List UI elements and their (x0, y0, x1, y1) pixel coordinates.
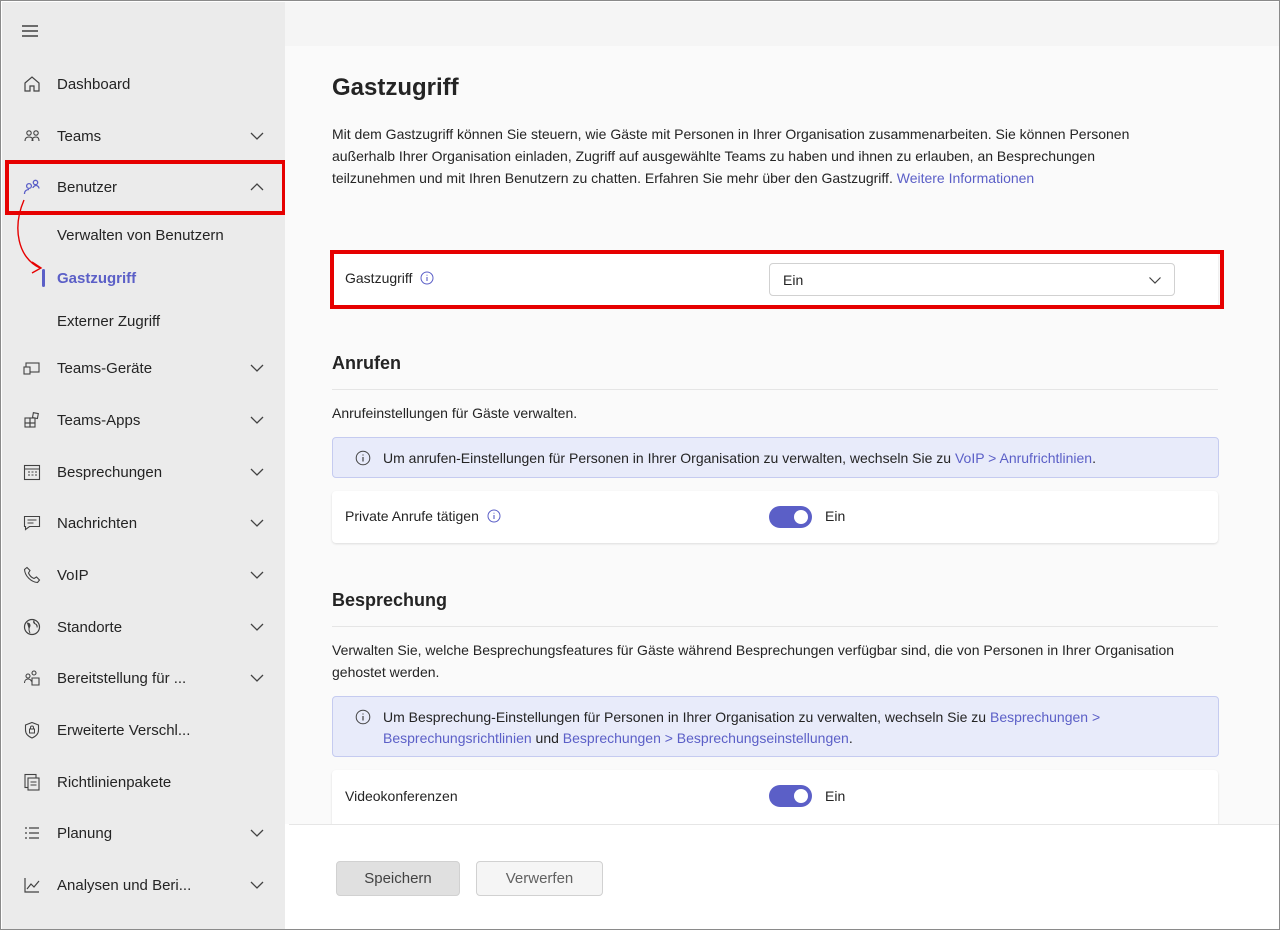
info-icon[interactable] (487, 509, 501, 523)
banner-period: . (848, 730, 853, 746)
meeting-settings-link[interactable]: Besprechungen > Besprechungseinstellunge… (563, 730, 849, 746)
sidebar-item-planung[interactable]: Planung (2, 811, 285, 855)
sidebar-item-label: Erweiterte Verschl... (57, 721, 191, 739)
globe-icon (23, 618, 41, 636)
page-title: Gastzugriff (332, 74, 459, 101)
chevron-down-icon (250, 519, 264, 527)
sidebar-item-label: Gastzugriff (57, 269, 137, 287)
calls-description: Anrufeinstellungen für Gäste verwalten. (332, 405, 578, 421)
chevron-down-icon (250, 674, 264, 682)
highlight-box-guest-access (330, 250, 1224, 309)
chevron-down-icon (250, 364, 264, 372)
sidebar-item-label: Teams-Geräte (57, 359, 153, 377)
sidebar-item-erweiterte-verschluesselung[interactable]: Erweiterte Verschl... (2, 708, 285, 752)
sidebar-item-bereitstellung[interactable]: Bereitstellung für ... (2, 656, 285, 700)
banner-period: . (1092, 450, 1096, 466)
banner-and: und (535, 730, 559, 746)
sidebar-item-label: Richtlinienpakete (57, 773, 172, 791)
banner-body: Um Besprechung-Einstellungen für Persone… (383, 709, 987, 725)
banner-text: Um anrufen-Einstellungen für Personen in… (383, 448, 1198, 469)
sidebar-item-label: Nachrichten (57, 514, 138, 532)
phone-icon (23, 566, 41, 584)
private-calls-toggle[interactable] (769, 506, 812, 528)
sidebar-item-label: Planung (57, 824, 113, 842)
toggle-knob (794, 510, 808, 524)
sidebar-item-label: Verwalten von Benutzern (57, 226, 224, 244)
sidebar-item-label: Teams-Apps (57, 411, 141, 429)
sidebar-item-label: Teams (57, 127, 102, 145)
sidebar-item-label: Externer Zugriff (57, 312, 161, 330)
private-calls-label: Private Anrufe tätigen (345, 508, 479, 524)
sidebar-item-standorte[interactable]: Standorte (2, 605, 285, 649)
video-label: Videokonferenzen (345, 788, 458, 804)
top-bar (285, 2, 1279, 46)
apps-icon (24, 412, 39, 428)
sidebar-item-teams[interactable]: Teams (2, 114, 285, 158)
section-divider (332, 626, 1218, 627)
sidebar-item-teams-apps[interactable]: Teams-Apps (2, 398, 285, 442)
sidebar-item-analysen[interactable]: Analysen und Beri... (2, 863, 285, 907)
section-title-calls: Anrufen (332, 353, 401, 373)
planning-icon (25, 827, 39, 839)
video-conference-card: Videokonferenzen Ein (332, 770, 1218, 824)
annotation-arrow-icon (17, 199, 43, 274)
meeting-description: Verwalten Sie, welche Besprechungsfeatur… (332, 642, 1175, 680)
info-icon (355, 709, 371, 725)
private-calls-toggle-label: Ein (825, 508, 846, 524)
main-content: Gastzugriff Mit dem Gastzugriff können S… (285, 46, 1279, 824)
chevron-down-icon (250, 132, 264, 140)
sidebar-subitem-externer-zugriff[interactable]: Externer Zugriff (2, 303, 285, 339)
video-row-label: Videokonferenzen (345, 788, 458, 804)
info-icon (355, 450, 371, 466)
video-conference-toggle[interactable] (769, 785, 812, 807)
sidebar-item-label: Standorte (57, 618, 123, 636)
calendar-icon (23, 464, 41, 481)
hamburger-menu-icon[interactable] (21, 22, 39, 40)
footer-actions: Speichern Verwerfen (289, 824, 1279, 929)
video-toggle-label: Ein (825, 788, 846, 804)
chat-icon (23, 515, 41, 531)
section-title-meeting: Besprechung (332, 590, 448, 610)
chevron-down-icon (250, 416, 264, 424)
toggle-knob (794, 789, 808, 803)
chevron-down-icon (250, 571, 264, 579)
chevron-down-icon (250, 468, 264, 476)
sidebar-item-teams-geraete[interactable]: Teams-Geräte (2, 346, 285, 390)
deployment-icon (23, 670, 40, 686)
save-button[interactable]: Speichern (336, 861, 460, 896)
discard-button[interactable]: Verwerfen (476, 861, 603, 896)
section-divider (332, 389, 1218, 390)
sidebar-item-label: Besprechungen (57, 463, 163, 481)
devices-icon (23, 362, 40, 375)
private-calls-row-label: Private Anrufe tätigen (345, 508, 501, 524)
chevron-down-icon (250, 881, 264, 889)
chevron-down-icon (250, 623, 264, 631)
sidebar-item-label: Dashboard (57, 75, 131, 93)
sidebar-item-label: Bereitstellung für ... (57, 669, 187, 687)
voip-policies-link[interactable]: VoIP > Anrufrichtlinien (955, 450, 1092, 466)
chevron-down-icon (250, 829, 264, 837)
sidebar-item-richtlinienpakete[interactable]: Richtlinienpakete (2, 760, 285, 804)
sidebar-item-label: Analysen und Beri... (57, 876, 192, 894)
sidebar-item-voip[interactable]: VoIP (2, 553, 285, 597)
sidebar: Dashboard Teams Benutzer Verwalten von B… (2, 2, 286, 929)
calls-info-banner: Um anrufen-Einstellungen für Personen in… (332, 437, 1219, 478)
app-window: Dashboard Teams Benutzer Verwalten von B… (0, 0, 1280, 930)
sidebar-item-nachrichten[interactable]: Nachrichten (2, 501, 285, 545)
shield-icon (24, 721, 40, 739)
banner-text: Um Besprechung-Einstellungen für Persone… (383, 707, 1198, 749)
more-info-link[interactable]: Weitere Informationen (897, 170, 1034, 186)
banner-body: Um anrufen-Einstellungen für Personen in… (383, 450, 952, 466)
meeting-info-banner: Um Besprechung-Einstellungen für Persone… (332, 696, 1219, 757)
policy-package-icon (24, 773, 40, 791)
analytics-icon (24, 878, 40, 893)
sidebar-item-label: VoIP (57, 566, 89, 584)
private-calls-card: Private Anrufe tätigen Ein (332, 491, 1218, 543)
sidebar-item-dashboard[interactable]: Dashboard (2, 62, 285, 106)
intro-text: Mit dem Gastzugriff können Sie steuern, … (332, 123, 1132, 189)
home-icon (24, 76, 40, 92)
teams-icon (24, 130, 40, 142)
sidebar-item-besprechungen[interactable]: Besprechungen (2, 450, 285, 494)
